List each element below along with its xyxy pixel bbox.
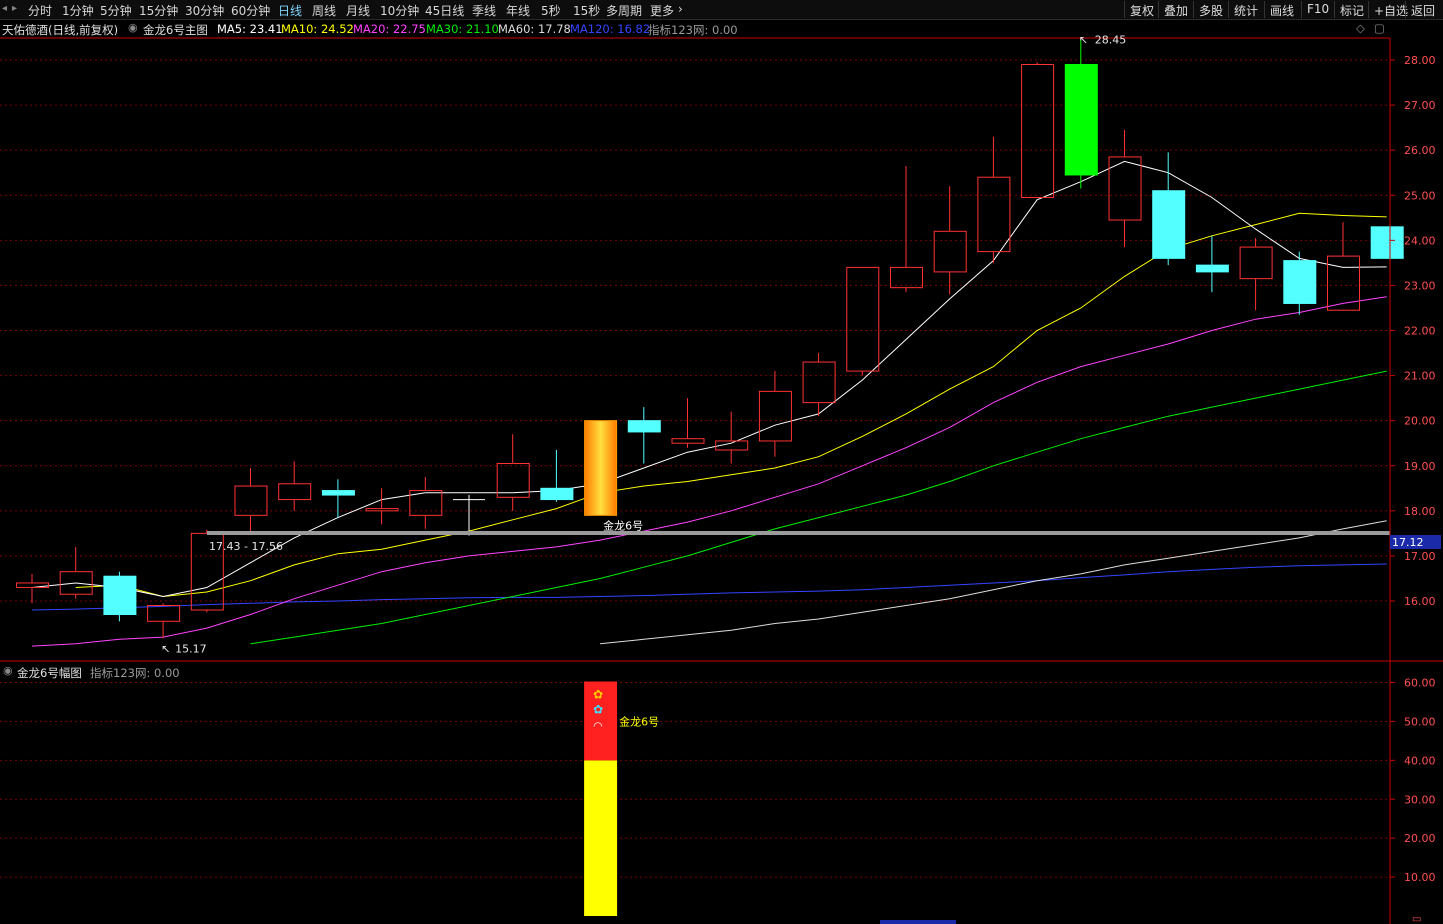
candle: [409, 477, 443, 529]
candle: [365, 488, 399, 525]
candle-body: [278, 483, 312, 501]
candle: [671, 398, 705, 448]
sub-yellow-bar: [584, 760, 618, 916]
y-tick-label: 22.00: [1404, 325, 1436, 338]
candle-body: [671, 438, 705, 444]
candle: [540, 449, 574, 502]
candle: [1152, 152, 1186, 266]
candle: [1327, 222, 1360, 311]
candle-body: [933, 230, 967, 273]
current-price-label: 17.12: [1392, 536, 1424, 549]
candle: [103, 571, 137, 622]
candle: [627, 407, 661, 464]
y-tick-label: 28.00: [1404, 54, 1436, 67]
y-tick-label: 24.00: [1404, 234, 1436, 247]
candle-body: [365, 508, 399, 512]
sub-y-tick-label: 50.00: [1404, 715, 1436, 728]
kline-chart[interactable]: 17.43 - 17.56 28.45 ↖ 15.17 ↖ 金龙6号 28.00…: [0, 0, 1443, 924]
y-tick-label: 20.00: [1404, 415, 1436, 428]
candle-body: [147, 605, 181, 622]
candle: [59, 546, 93, 599]
butterfly-icon: ✿: [593, 703, 603, 717]
low-price-label: 15.17: [175, 642, 207, 655]
candle: [1195, 235, 1229, 293]
sub-signal-label: 金龙6号: [619, 715, 659, 729]
candle-body: [584, 420, 618, 516]
candle: [846, 266, 880, 376]
ma60-line: [600, 520, 1387, 645]
low-arrow-icon: ↖: [161, 642, 170, 655]
sub-y-tick-label: 20.00: [1404, 832, 1436, 845]
y-tick-label: 25.00: [1404, 189, 1436, 202]
candle: [1108, 129, 1142, 248]
scroll-thumb[interactable]: [880, 920, 956, 924]
candle-body: [103, 575, 137, 616]
signal-label: 金龙6号: [603, 518, 643, 532]
candle: [584, 420, 618, 516]
sub-y-tick-label: 60.00: [1404, 677, 1436, 690]
y-tick-label: 21.00: [1404, 370, 1436, 383]
sub-y-tick-label: 30.00: [1404, 793, 1436, 806]
candle: [321, 479, 355, 518]
signal-wave-icon: ◠: [593, 720, 603, 733]
candle: [453, 495, 485, 536]
candle-body: [1195, 264, 1229, 273]
candle-body: [1239, 246, 1273, 280]
y-tick-label: 26.00: [1404, 144, 1436, 157]
sub-y-tick-label: 40.00: [1404, 754, 1436, 767]
candle-body: [802, 361, 836, 404]
y-tick-label: 17.00: [1404, 550, 1436, 563]
candle-body: [758, 390, 792, 442]
candle-body: [890, 266, 923, 289]
butterfly-icon: ✿: [593, 688, 603, 702]
candle: [802, 353, 836, 417]
candle-body: [1021, 64, 1055, 199]
candle-body: [1283, 260, 1317, 304]
candle: [496, 434, 530, 511]
candle-body: [321, 490, 355, 496]
y-tick-label: 19.00: [1404, 460, 1436, 473]
y-tick-label: 16.00: [1404, 595, 1436, 608]
candle-body: [1370, 226, 1404, 259]
candle: [1064, 39, 1098, 189]
candle: [234, 468, 268, 532]
candle: [1021, 62, 1055, 199]
candle: [1239, 238, 1273, 311]
y-tick-label: 18.00: [1404, 505, 1436, 518]
candle: [758, 371, 792, 457]
high-price-label: 28.45: [1095, 34, 1127, 47]
candle-body: [16, 582, 49, 588]
candle: [1370, 226, 1404, 259]
high-arrow-icon: ↖: [1079, 34, 1088, 47]
sub-y-tick-label: 10.00: [1404, 871, 1436, 884]
candle: [715, 411, 749, 464]
candle: [1283, 251, 1317, 315]
candle: [890, 165, 923, 293]
range-label: 17.43 - 17.56: [209, 540, 283, 553]
candle: [278, 461, 312, 511]
candle-body: [846, 266, 880, 372]
y-tick-label: 23.00: [1404, 279, 1436, 292]
candle-body: [1152, 190, 1186, 259]
y-tick-label: 27.00: [1404, 99, 1436, 112]
candle: [16, 573, 49, 604]
sub-axis-corner-icon: ▭: [1412, 914, 1421, 924]
candle-body: [540, 487, 574, 501]
candle-body: [627, 420, 661, 433]
candle-body: [1064, 64, 1098, 176]
candle: [147, 603, 181, 639]
